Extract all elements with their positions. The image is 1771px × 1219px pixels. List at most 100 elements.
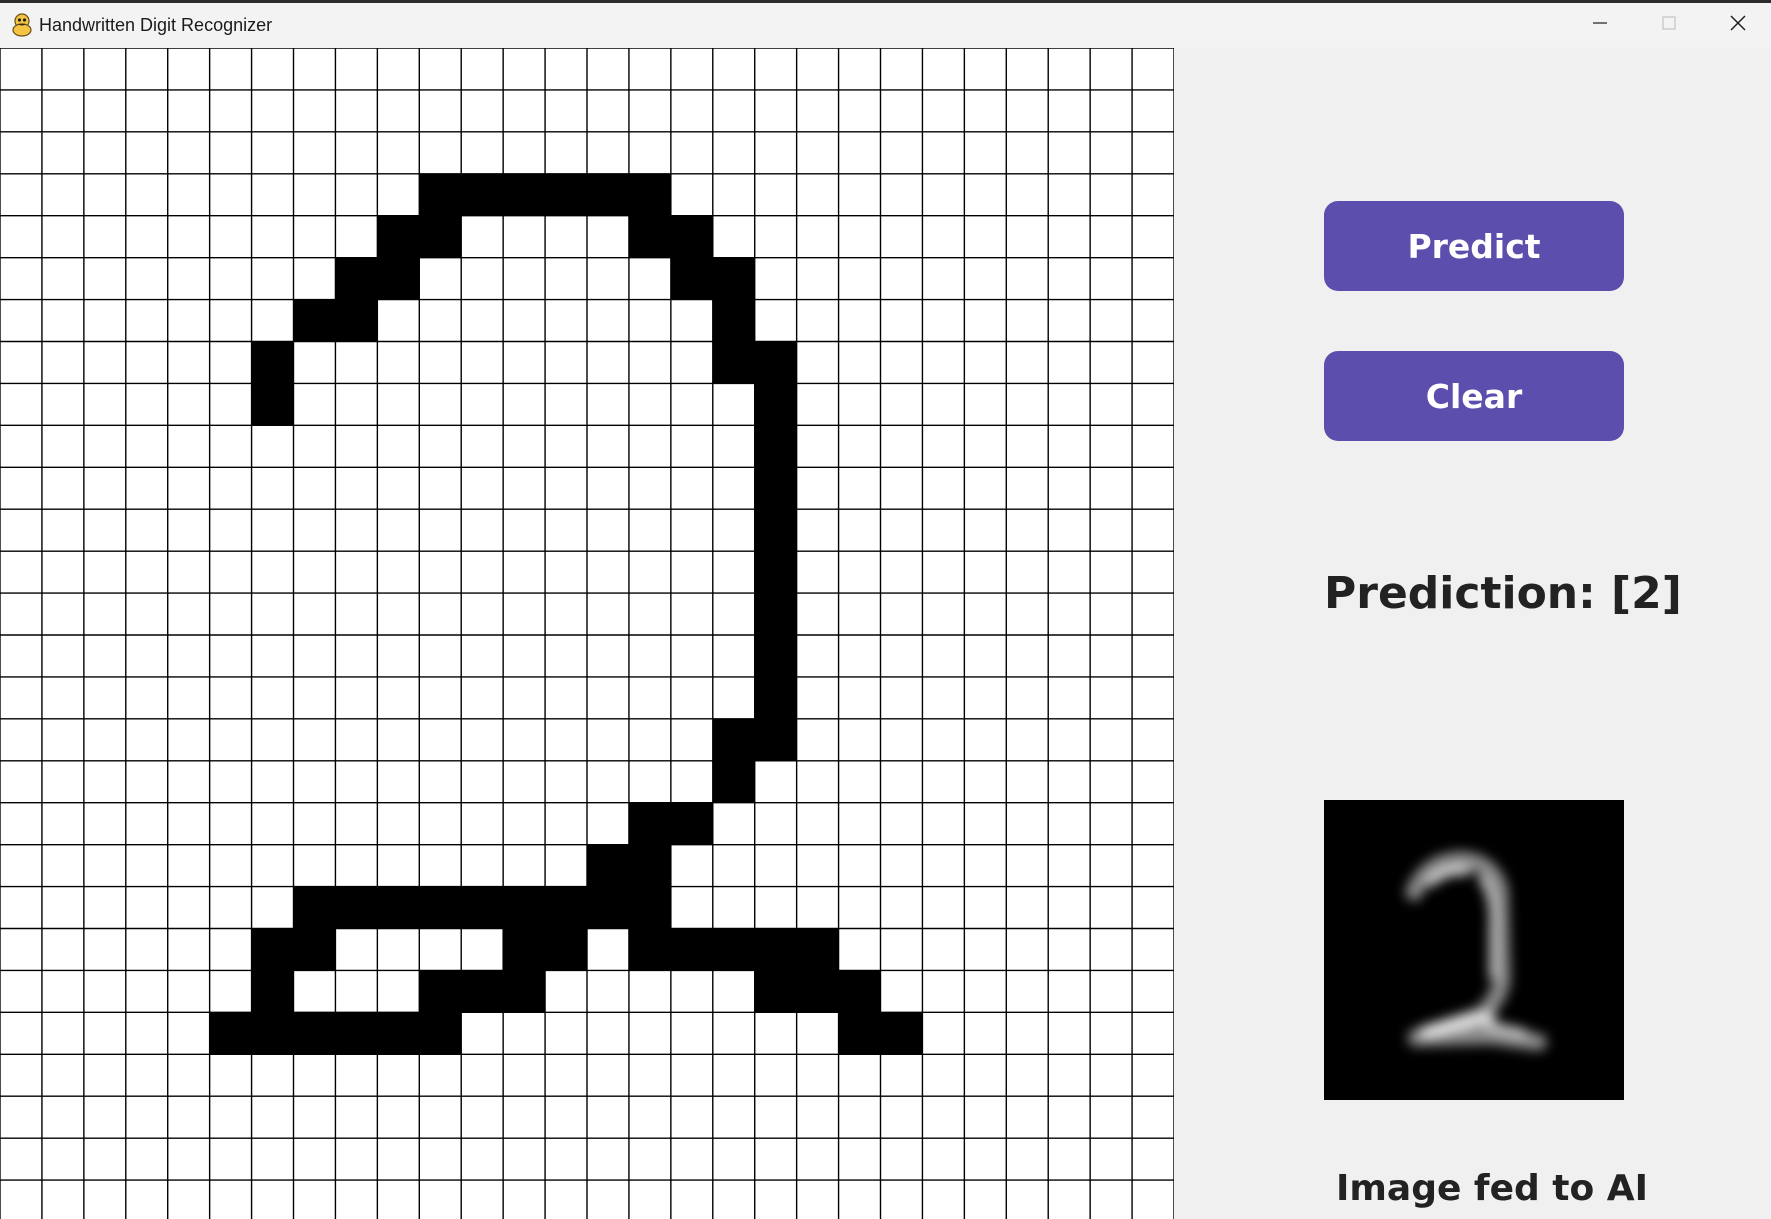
grid-cell[interactable] — [754, 1012, 797, 1055]
grid-cell-filled[interactable] — [880, 1012, 923, 1055]
grid-cell[interactable] — [125, 802, 168, 845]
grid-cell[interactable] — [1132, 676, 1174, 719]
grid-cell[interactable] — [796, 425, 839, 468]
grid-cell-filled[interactable] — [293, 886, 336, 929]
grid-cell[interactable] — [670, 1012, 713, 1055]
grid-cell[interactable] — [251, 257, 294, 300]
grid-cell[interactable] — [0, 1096, 42, 1139]
grid-cell[interactable] — [1006, 509, 1049, 552]
grid-cell[interactable] — [922, 467, 965, 510]
grid-cell-filled[interactable] — [377, 215, 420, 258]
grid-cell[interactable] — [335, 928, 378, 971]
grid-cell[interactable] — [41, 844, 84, 887]
grid-cell[interactable] — [587, 341, 629, 384]
grid-cell[interactable] — [335, 635, 378, 677]
grid-cell[interactable] — [838, 257, 881, 300]
grid-cell[interactable] — [1006, 593, 1049, 635]
grid-cell[interactable] — [1048, 886, 1091, 929]
grid-cell[interactable] — [670, 48, 713, 90]
grid-cell[interactable] — [587, 551, 629, 594]
grid-cell-filled[interactable] — [754, 509, 797, 552]
grid-cell[interactable] — [0, 928, 42, 971]
grid-cell[interactable] — [41, 886, 84, 929]
drawing-grid[interactable] — [0, 48, 1174, 1219]
grid-cell[interactable] — [41, 425, 84, 468]
grid-cell[interactable] — [461, 48, 504, 90]
grid-cell-filled[interactable] — [628, 173, 671, 216]
grid-cell[interactable] — [1090, 1180, 1133, 1219]
grid-cell[interactable] — [293, 509, 336, 552]
grid-cell[interactable] — [41, 970, 84, 1013]
grid-cell[interactable] — [880, 89, 923, 132]
grid-cell[interactable] — [545, 635, 587, 677]
grid-cell[interactable] — [251, 509, 294, 552]
grid-cell[interactable] — [1132, 593, 1174, 635]
grid-cell[interactable] — [419, 1096, 462, 1139]
grid-cell-filled[interactable] — [251, 928, 294, 971]
grid-cell-filled[interactable] — [251, 341, 294, 384]
grid-cell[interactable] — [167, 341, 210, 384]
grid-cell[interactable] — [545, 383, 587, 426]
grid-cell[interactable] — [754, 886, 797, 929]
grid-cell[interactable] — [796, 341, 839, 384]
grid-cell[interactable] — [754, 131, 797, 174]
grid-cell[interactable] — [628, 89, 671, 132]
grid-cell[interactable] — [712, 1012, 755, 1055]
grid-cell[interactable] — [1132, 257, 1174, 300]
grid-cell[interactable] — [0, 760, 42, 803]
grid-cell[interactable] — [712, 1054, 755, 1097]
grid-cell[interactable] — [1006, 131, 1049, 174]
grid-cell[interactable] — [377, 89, 420, 132]
grid-cell[interactable] — [0, 802, 42, 845]
grid-cell[interactable] — [796, 1096, 839, 1139]
grid-cell[interactable] — [125, 718, 168, 761]
grid-cell[interactable] — [377, 760, 420, 803]
grid-cell[interactable] — [209, 48, 252, 90]
grid-cell[interactable] — [628, 299, 671, 342]
grid-cell[interactable] — [125, 383, 168, 426]
grid-cell[interactable] — [167, 676, 210, 719]
grid-cell-filled[interactable] — [377, 1012, 420, 1055]
grid-cell[interactable] — [1132, 215, 1174, 258]
grid-cell[interactable] — [251, 89, 294, 132]
grid-cell[interactable] — [83, 718, 126, 761]
grid-cell[interactable] — [1090, 676, 1133, 719]
grid-cell[interactable] — [293, 676, 336, 719]
grid-cell-filled[interactable] — [293, 1012, 336, 1055]
grid-cell[interactable] — [838, 1054, 881, 1097]
grid-cell[interactable] — [251, 48, 294, 90]
grid-cell[interactable] — [503, 383, 546, 426]
grid-cell[interactable] — [1048, 593, 1091, 635]
grid-cell[interactable] — [377, 1054, 420, 1097]
grid-cell[interactable] — [838, 676, 881, 719]
grid-cell[interactable] — [628, 970, 671, 1013]
grid-cell[interactable] — [838, 173, 881, 216]
grid-cell[interactable] — [754, 760, 797, 803]
grid-cell[interactable] — [922, 215, 965, 258]
grid-cell[interactable] — [167, 383, 210, 426]
grid-cell[interactable] — [293, 1138, 336, 1181]
grid-cell[interactable] — [1048, 425, 1091, 468]
grid-cell[interactable] — [712, 383, 755, 426]
grid-cell[interactable] — [670, 1138, 713, 1181]
grid-cell[interactable] — [1006, 551, 1049, 594]
grid-cell[interactable] — [670, 635, 713, 677]
grid-cell[interactable] — [1132, 1096, 1174, 1139]
grid-cell[interactable] — [838, 341, 881, 384]
grid-cell[interactable] — [419, 467, 462, 510]
grid-cell[interactable] — [167, 425, 210, 468]
grid-cell[interactable] — [922, 299, 965, 342]
grid-cell[interactable] — [335, 802, 378, 845]
grid-cell[interactable] — [922, 48, 965, 90]
grid-cell[interactable] — [209, 1180, 252, 1219]
grid-cell[interactable] — [377, 676, 420, 719]
grid-cell[interactable] — [1048, 635, 1091, 677]
grid-cell-filled[interactable] — [628, 844, 671, 887]
grid-cell[interactable] — [41, 48, 84, 90]
grid-cell[interactable] — [125, 131, 168, 174]
grid-cell[interactable] — [1006, 89, 1049, 132]
grid-cell-filled[interactable] — [503, 173, 546, 216]
grid-cell[interactable] — [419, 89, 462, 132]
grid-cell[interactable] — [167, 928, 210, 971]
grid-cell[interactable] — [335, 593, 378, 635]
